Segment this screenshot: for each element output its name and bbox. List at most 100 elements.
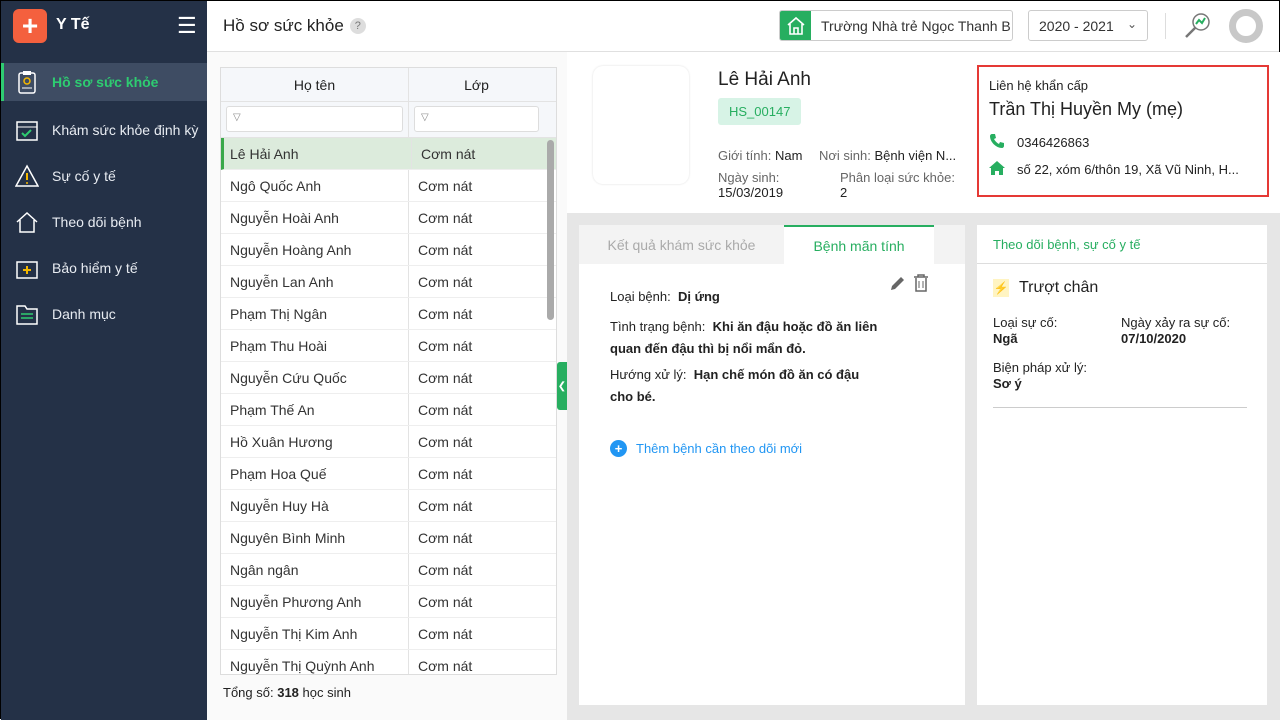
home-icon [989,160,1005,179]
table-row[interactable]: Phạm Thế An Cơm nát [221,394,556,426]
health-class-field: Phân loại sức khỏe: 2 [840,170,955,200]
table-row[interactable]: Phạm Thu Hoài Cơm nát [221,330,556,362]
table-row[interactable]: Phạm Hoa Quế Cơm nát [221,458,556,490]
class-cell: Cơm nát [418,369,473,386]
student-name-cell: Phạm Hoa Quế [221,458,409,489]
class-cell: Cơm nát [418,177,473,194]
folder-icon [15,302,39,326]
incident-card: Theo dõi bệnh, sự cố y tế ⚡ Trượt chân Lo… [977,225,1267,705]
sidebar-item-insurance[interactable]: Bảo hiểm y tế [1,245,207,291]
class-cell: Cơm nát [418,593,473,610]
tab-exam-results[interactable]: Kết quả khám sức khỏe [579,225,784,264]
dob-field: Ngày sinh: 15/03/2019 [718,170,784,200]
table-row[interactable]: Ngô Quốc Anh Cơm nát [221,170,556,202]
class-cell: Cơm nát [418,561,473,578]
sidebar-item-catalog[interactable]: Danh mục [1,291,207,337]
table-row[interactable]: Nguyễn Cứu Quốc Cơm nát [221,362,556,394]
student-name-cell: Nguyễn Cứu Quốc [221,362,409,393]
column-header-class[interactable]: Lớp [409,68,544,101]
table-row[interactable]: Nguyễn Hoài Anh Cơm nát [221,202,556,234]
student-name-cell: Nguyễn Thị Kim Anh [221,618,409,649]
clipboard-icon [15,70,39,94]
year-select[interactable]: 2020 - 2021 ⌄ [1028,10,1148,41]
collapse-panel-button[interactable]: ❮ [557,362,567,410]
column-header-name[interactable]: Họ tên [221,68,409,101]
detail-panel: Lê Hải Anh HS_00147 Giới tính: Nam Nơi s… [567,52,1280,720]
school-selector[interactable]: Trường Nhà trẻ Ngọc Thanh B [779,10,1013,41]
scrollbar[interactable] [547,140,554,320]
lightning-icon: ⚡ [993,279,1009,297]
help-icon[interactable]: ? [349,18,366,34]
table-row[interactable]: Nguyễn Phương Anh Cơm nát [221,586,556,618]
table-row[interactable]: Hồ Xuân Hương Cơm nát [221,426,556,458]
table-row[interactable]: Lê Hải Anh Cơm nát [221,138,556,170]
incident-card-title: Theo dõi bệnh, sự cố y tế [977,225,1267,264]
disease-status: Tình trạng bệnh: Khi ăn đậu hoặc đồ ăn l… [610,319,878,356]
menu-icon[interactable]: ☰ [177,13,197,39]
student-name-cell: Nguyễn Phương Anh [221,586,409,617]
student-name-cell: Ngân ngân [221,554,409,585]
table-row[interactable]: Nguyễn Thị Kim Anh Cơm nát [221,618,556,650]
sidebar-item-disease-tracking[interactable]: Theo dõi bệnh [1,199,207,245]
student-name-cell: Phạm Thế An [221,394,409,425]
sidebar-item-health-records[interactable]: Hồ sơ sức khỏe [1,63,207,101]
user-avatar[interactable] [1229,9,1263,43]
tab-chronic-disease[interactable]: Bệnh mãn tính [784,225,934,264]
class-cell: Cơm nát [418,465,473,482]
student-name-cell: Ngô Quốc Anh [221,170,409,201]
student-photo [593,66,689,184]
disease-treatment: Hướng xử lý: Hạn chế món đồ ăn có đậu ch… [610,367,860,404]
phone-icon [989,133,1005,152]
emergency-contact: Liên hệ khẩn cấp Trần Thị Huyền My (mẹ) … [977,65,1269,197]
incident-title: ⚡ Trượt chân [993,279,1099,297]
school-icon [780,11,811,40]
table-row[interactable]: Nguyễn Lan Anh Cơm nát [221,266,556,298]
plus-icon: + [610,440,627,457]
filter-icon: ▽ [421,112,429,123]
sidebar-item-incidents[interactable]: Sự cố y tế [1,153,207,199]
student-table: Họ tên Lớp ▽ ▽ Lê Hải Anh Cơm nát Ngô Quốc A… [220,67,557,675]
name-filter-input[interactable]: ▽ [226,106,403,132]
sidebar-item-label: Sự cố y tế [52,168,116,184]
table-row[interactable]: Nguyễn Thị Quỳnh Anh Cơm nát [221,650,556,674]
sidebar-item-periodic-exam[interactable]: Khám sức khỏe định kỳ [1,107,207,153]
calendar-check-icon [15,118,39,142]
student-code-badge: HS_00147 [718,98,802,125]
class-cell: Cơm nát [418,305,473,322]
student-name-cell: Lê Hải Anh [224,138,412,169]
table-row[interactable]: Phạm Thị Ngân Cơm nát [221,298,556,330]
disease-type: Loại bệnh: Dị ứng [610,289,720,304]
student-name-cell: Nguyễn Huy Hà [221,490,409,521]
birthplace-field: Nơi sinh: Bệnh viện N... [819,148,957,163]
incident-date: Ngày xảy ra sự cố: 07/10/2020 [1121,315,1231,346]
trash-icon[interactable] [913,274,929,295]
class-cell: Cơm nát [418,337,473,354]
incident-measure: Biện pháp xử lý: Sơ ý [993,360,1087,391]
divider [1165,13,1166,39]
sidebar-item-label: Bảo hiểm y tế [52,260,138,276]
emergency-label: Liên hệ khẩn cấp [989,78,1089,93]
class-cell: Cơm nát [418,529,473,546]
student-name-cell: Nguyễn Lan Anh [221,266,409,297]
student-name-cell: Nguyễn Hoài Anh [221,202,409,233]
add-disease-button[interactable]: + Thêm bệnh cần theo dõi mới [610,440,802,457]
student-list-panel: Họ tên Lớp ▽ ▽ Lê Hải Anh Cơm nát Ngô Quốc A… [207,52,567,720]
sidebar-item-label: Khám sức khỏe định kỳ [52,122,199,138]
house-icon [15,210,39,234]
class-filter-input[interactable]: ▽ [414,106,539,132]
table-row[interactable]: Nguyên Bình Minh Cơm nát [221,522,556,554]
school-name: Trường Nhà trẻ Ngọc Thanh B [821,17,1011,34]
analytics-search-icon[interactable] [1182,11,1212,44]
table-row[interactable]: Nguyễn Hoàng Anh Cơm nát [221,234,556,266]
table-row[interactable]: Ngân ngân Cơm nát [221,554,556,586]
emergency-phone: 0346426863 [1017,135,1090,150]
sidebar-item-label: Hồ sơ sức khỏe [52,74,159,90]
filter-icon: ▽ [233,112,241,123]
class-cell: Cơm nát [418,273,473,290]
class-cell: Cơm nát [418,625,473,642]
gender-field: Giới tính: Nam [718,148,803,163]
emergency-address: số 22, xóm 6/thôn 19, Xã Vũ Ninh, H... [1017,162,1239,177]
table-row[interactable]: Nguyễn Huy Hà Cơm nát [221,490,556,522]
student-name: Lê Hải Anh [718,69,811,90]
student-name-cell: Phạm Thu Hoài [221,330,409,361]
